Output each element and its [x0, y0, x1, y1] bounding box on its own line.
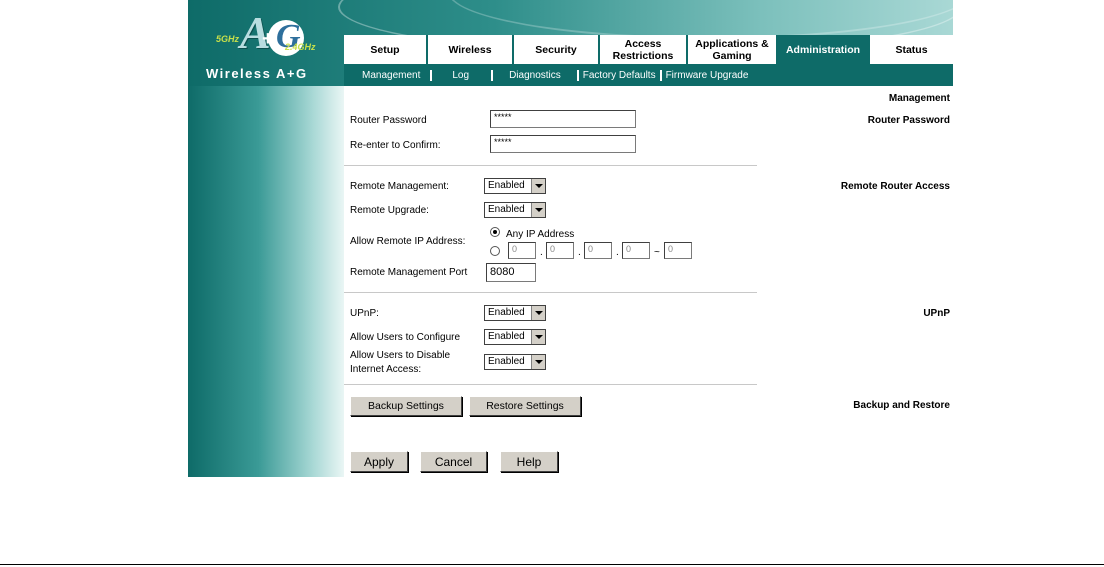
ip-octet-2-input[interactable]: 0	[546, 242, 574, 259]
allow-users-disable-value: Enabled	[488, 356, 525, 367]
remote-management-label: Remote Management:	[350, 181, 449, 192]
chevron-down-icon[interactable]	[531, 203, 545, 217]
ip-octet-1-input[interactable]: 0	[508, 242, 536, 259]
tab-status[interactable]: Status	[870, 35, 953, 64]
upnp-select[interactable]: Enabled	[484, 305, 546, 321]
any-ip-radio[interactable]	[490, 227, 500, 237]
remote-management-value: Enabled	[488, 180, 525, 191]
any-ip-label: Any IP Address	[506, 229, 575, 240]
remote-management-select[interactable]: Enabled	[484, 178, 546, 194]
tab-security[interactable]: Security	[514, 35, 600, 64]
subnav-diagnostics[interactable]: Diagnostics	[493, 70, 577, 81]
chevron-down-icon[interactable]	[531, 355, 545, 369]
allow-users-disable-select[interactable]: Enabled	[484, 354, 546, 370]
restore-settings-button[interactable]: Restore Settings	[469, 396, 581, 416]
internet-access-label: Internet Access:	[350, 364, 422, 375]
ip-octet-3-input[interactable]: 0	[584, 242, 612, 259]
logo-24ghz-badge: 2.4GHz	[285, 42, 316, 52]
section-upnp: UPnP	[923, 308, 950, 319]
ip-dot: .	[578, 247, 581, 258]
page-heading: Management	[888, 93, 950, 104]
logo-plus: +	[262, 28, 274, 50]
apply-button[interactable]: Apply	[350, 451, 408, 472]
tab-applications-gaming[interactable]: Applications & Gaming	[688, 35, 778, 64]
subnav-firmware-upgrade[interactable]: Firmware Upgrade	[662, 70, 755, 81]
chevron-down-icon[interactable]	[531, 330, 545, 344]
cancel-button[interactable]: Cancel	[420, 451, 487, 472]
router-password-input[interactable]: *****	[490, 110, 636, 128]
page-footer-rule	[0, 564, 1104, 565]
brand-logo: A G + 5GHz 2.4GHz Wireless A+G	[188, 0, 344, 86]
remote-upgrade-value: Enabled	[488, 204, 525, 215]
tab-administration[interactable]: Administration	[778, 35, 870, 64]
upnp-label: UPnP:	[350, 308, 379, 319]
confirm-password-label: Re-enter to Confirm:	[350, 140, 441, 151]
allow-remote-ip-label: Allow Remote IP Address:	[350, 236, 466, 247]
specific-ip-radio[interactable]	[490, 246, 500, 256]
logo-5ghz-badge: 5GHz	[216, 34, 240, 44]
chevron-down-icon[interactable]	[531, 179, 545, 193]
header-banner: A G + 5GHz 2.4GHz Wireless A+G Setup Wir…	[188, 0, 953, 86]
upnp-value: Enabled	[488, 307, 525, 318]
tab-setup[interactable]: Setup	[344, 35, 428, 64]
main-tabs: Setup Wireless Security Access Restricti…	[344, 35, 953, 64]
section-router-password: Router Password	[867, 115, 950, 126]
backup-settings-button[interactable]: Backup Settings	[350, 396, 462, 416]
router-admin-page: A G + 5GHz 2.4GHz Wireless A+G Setup Wir…	[188, 0, 953, 477]
allow-users-disable-label: Allow Users to Disable	[350, 350, 451, 361]
logo-text: Wireless A+G	[206, 66, 308, 81]
confirm-password-input[interactable]: *****	[490, 135, 636, 153]
remote-upgrade-select[interactable]: Enabled	[484, 202, 546, 218]
ip-dot: .	[540, 247, 543, 258]
allow-users-configure-label: Allow Users to Configure	[350, 332, 461, 343]
remote-upgrade-label: Remote Upgrade:	[350, 205, 429, 216]
ip-range-end-input[interactable]: 0	[664, 242, 692, 259]
subnav-management[interactable]: Management	[344, 70, 426, 81]
sub-navigation: Management Log Diagnostics Factory Defau…	[344, 64, 953, 86]
ip-dot: .	[616, 247, 619, 258]
divider	[344, 384, 757, 385]
subnav-factory-defaults[interactable]: Factory Defaults	[579, 70, 660, 81]
allow-users-configure-value: Enabled	[488, 331, 525, 342]
divider	[344, 292, 757, 293]
section-remote-router-access: Remote Router Access	[840, 181, 950, 192]
help-button[interactable]: Help	[500, 451, 558, 472]
ip-range-tilde: ~	[654, 247, 660, 258]
remote-management-port-input[interactable]: 8080	[486, 263, 536, 282]
chevron-down-icon[interactable]	[531, 306, 545, 320]
left-column	[188, 86, 344, 477]
ip-octet-4-input[interactable]: 0	[622, 242, 650, 259]
router-password-label: Router Password	[350, 115, 427, 126]
remote-management-port-label: Remote Management Port	[350, 267, 468, 278]
tab-wireless[interactable]: Wireless	[428, 35, 514, 64]
divider	[344, 165, 757, 166]
subnav-log[interactable]: Log	[432, 70, 491, 81]
tab-access-restrictions[interactable]: Access Restrictions	[600, 35, 688, 64]
allow-users-configure-select[interactable]: Enabled	[484, 329, 546, 345]
section-backup-restore: Backup and Restore	[853, 400, 950, 411]
